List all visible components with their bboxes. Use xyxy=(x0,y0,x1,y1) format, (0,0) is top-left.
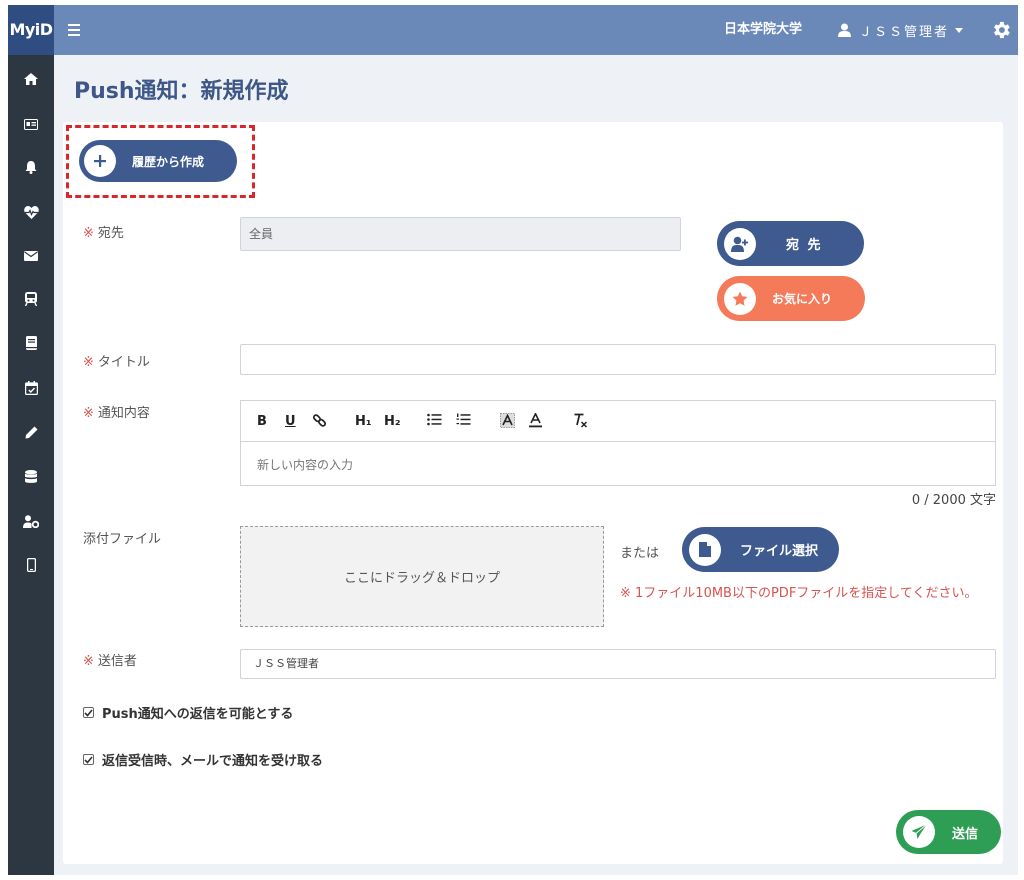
book-icon xyxy=(25,336,37,350)
sidebar-item-health[interactable] xyxy=(20,201,42,223)
heading1-button[interactable]: H₁ xyxy=(355,413,372,431)
file-dropzone[interactable]: ここにドラッグ＆ドロップ xyxy=(240,526,604,627)
user-icon xyxy=(838,23,851,37)
sender-label: ※ 送信者 xyxy=(83,654,137,669)
sidebar-item-home[interactable] xyxy=(20,68,42,90)
pencil-icon xyxy=(25,426,37,438)
content-editor: B U H₁ H₂ 新しい内容の入力 xyxy=(240,400,996,486)
checkmark-icon xyxy=(84,708,93,717)
character-counter: 0 / 2000 文字 xyxy=(911,493,996,508)
create-from-history-button[interactable]: 履歴から作成 xyxy=(79,140,237,182)
allow-reply-checkbox[interactable] xyxy=(83,707,94,718)
train-icon xyxy=(25,292,37,306)
page-title: Push通知：新規作成 xyxy=(74,79,289,104)
recipient-field[interactable]: 全員 xyxy=(240,217,681,251)
bullet-list-button[interactable] xyxy=(427,413,442,431)
envelope-icon xyxy=(24,251,38,261)
sidebar-item-database[interactable] xyxy=(20,466,42,488)
allow-reply-label: Push通知への返信を可能とする xyxy=(102,707,294,722)
link-icon xyxy=(312,414,327,427)
editor-toolbar: B U H₁ H₂ xyxy=(241,401,995,442)
font-color-icon xyxy=(529,411,542,428)
clear-format-icon xyxy=(574,413,588,428)
email-notify-label: 返信受信時、メールで通知を受け取る xyxy=(102,754,324,769)
content-input[interactable]: 新しい内容の入力 xyxy=(257,456,353,473)
sidebar-item-notifications[interactable] xyxy=(20,156,42,178)
select-recipient-label: 宛 先 xyxy=(786,238,823,253)
favorites-label: お気に入り xyxy=(772,292,833,306)
sidebar-item-mail[interactable] xyxy=(20,245,42,267)
font-color-button[interactable] xyxy=(529,411,542,431)
title-input[interactable] xyxy=(240,344,996,375)
app-window: MyiD 日本学院大学 ＪＳＳ管理者 Push通知：新規作成 履歴から作成 ※ … xyxy=(8,5,1018,875)
university-name: 日本学院大学 xyxy=(724,22,803,37)
chevron-down-icon xyxy=(955,27,964,33)
sidebar-item-edit[interactable] xyxy=(20,421,42,443)
content-label: ※ 通知内容 xyxy=(83,406,150,421)
select-recipient-button[interactable]: 宛 先 xyxy=(717,221,864,266)
file-select-label: ファイル選択 xyxy=(740,544,819,559)
mobile-icon xyxy=(26,558,36,572)
clear-format-button[interactable] xyxy=(573,413,588,431)
link-button[interactable] xyxy=(312,413,328,431)
sidebar xyxy=(8,55,54,875)
top-bar: MyiD 日本学院大学 ＪＳＳ管理者 xyxy=(8,5,1018,55)
sender-field[interactable]: ＪＳＳ管理者 xyxy=(240,649,996,679)
recipient-label: ※ 宛先 xyxy=(83,226,124,241)
create-from-history-label: 履歴から作成 xyxy=(132,154,205,169)
bell-icon xyxy=(25,160,37,174)
sidebar-item-calendar[interactable] xyxy=(20,377,42,399)
file-icon xyxy=(689,533,721,566)
favorites-button[interactable]: お気に入り xyxy=(717,276,865,321)
attachment-label: 添付ファイル xyxy=(83,532,162,547)
id-card-icon xyxy=(24,118,38,130)
sidebar-item-id-card[interactable] xyxy=(20,113,42,135)
paper-plane-icon xyxy=(903,816,935,848)
plus-icon xyxy=(84,145,116,177)
star-icon xyxy=(724,282,756,315)
or-text: または xyxy=(620,546,660,561)
user-name: ＪＳＳ管理者 xyxy=(859,24,950,40)
send-label: 送信 xyxy=(952,826,979,842)
user-menu[interactable]: ＪＳＳ管理者 xyxy=(838,5,964,55)
numbered-list-button[interactable] xyxy=(456,413,471,431)
send-button[interactable]: 送信 xyxy=(896,810,1001,854)
attachment-note: ※ 1ファイル10MB以下のPDFファイルを指定してください。 xyxy=(620,586,978,601)
user-cog-icon xyxy=(23,514,39,528)
menu-toggle-icon[interactable] xyxy=(68,20,84,40)
text-highlight-icon xyxy=(500,413,515,428)
numbered-list-icon xyxy=(456,413,471,425)
form-card: 履歴から作成 ※ 宛先 全員 宛 先 お気に入り ※ タイトル ※ 通知内容 B U xyxy=(63,122,1003,864)
sidebar-item-book[interactable] xyxy=(20,332,42,354)
sidebar-item-mobile[interactable] xyxy=(20,554,42,576)
sidebar-item-user-settings[interactable] xyxy=(20,510,42,532)
database-icon xyxy=(25,470,37,483)
bold-button[interactable]: B xyxy=(257,413,267,431)
sidebar-item-transport[interactable] xyxy=(20,288,42,310)
title-label: ※ タイトル xyxy=(83,355,150,370)
bullet-list-icon xyxy=(427,413,442,426)
gear-icon[interactable] xyxy=(990,19,1012,41)
email-notify-option: 返信受信時、メールで通知を受け取る xyxy=(83,750,323,769)
user-plus-icon xyxy=(724,227,756,260)
calendar-check-icon xyxy=(24,381,38,395)
allow-reply-option: Push通知への返信を可能とする xyxy=(83,703,293,722)
home-icon xyxy=(24,73,38,85)
file-select-button[interactable]: ファイル選択 xyxy=(682,527,839,572)
brand-logo[interactable]: MyiD xyxy=(8,5,54,55)
heading2-button[interactable]: H₂ xyxy=(384,413,401,431)
underline-button[interactable]: U xyxy=(285,413,296,431)
checkmark-icon xyxy=(84,755,93,764)
email-notify-checkbox[interactable] xyxy=(83,754,94,765)
heartbeat-icon xyxy=(23,205,39,219)
highlight-button[interactable] xyxy=(500,413,515,431)
